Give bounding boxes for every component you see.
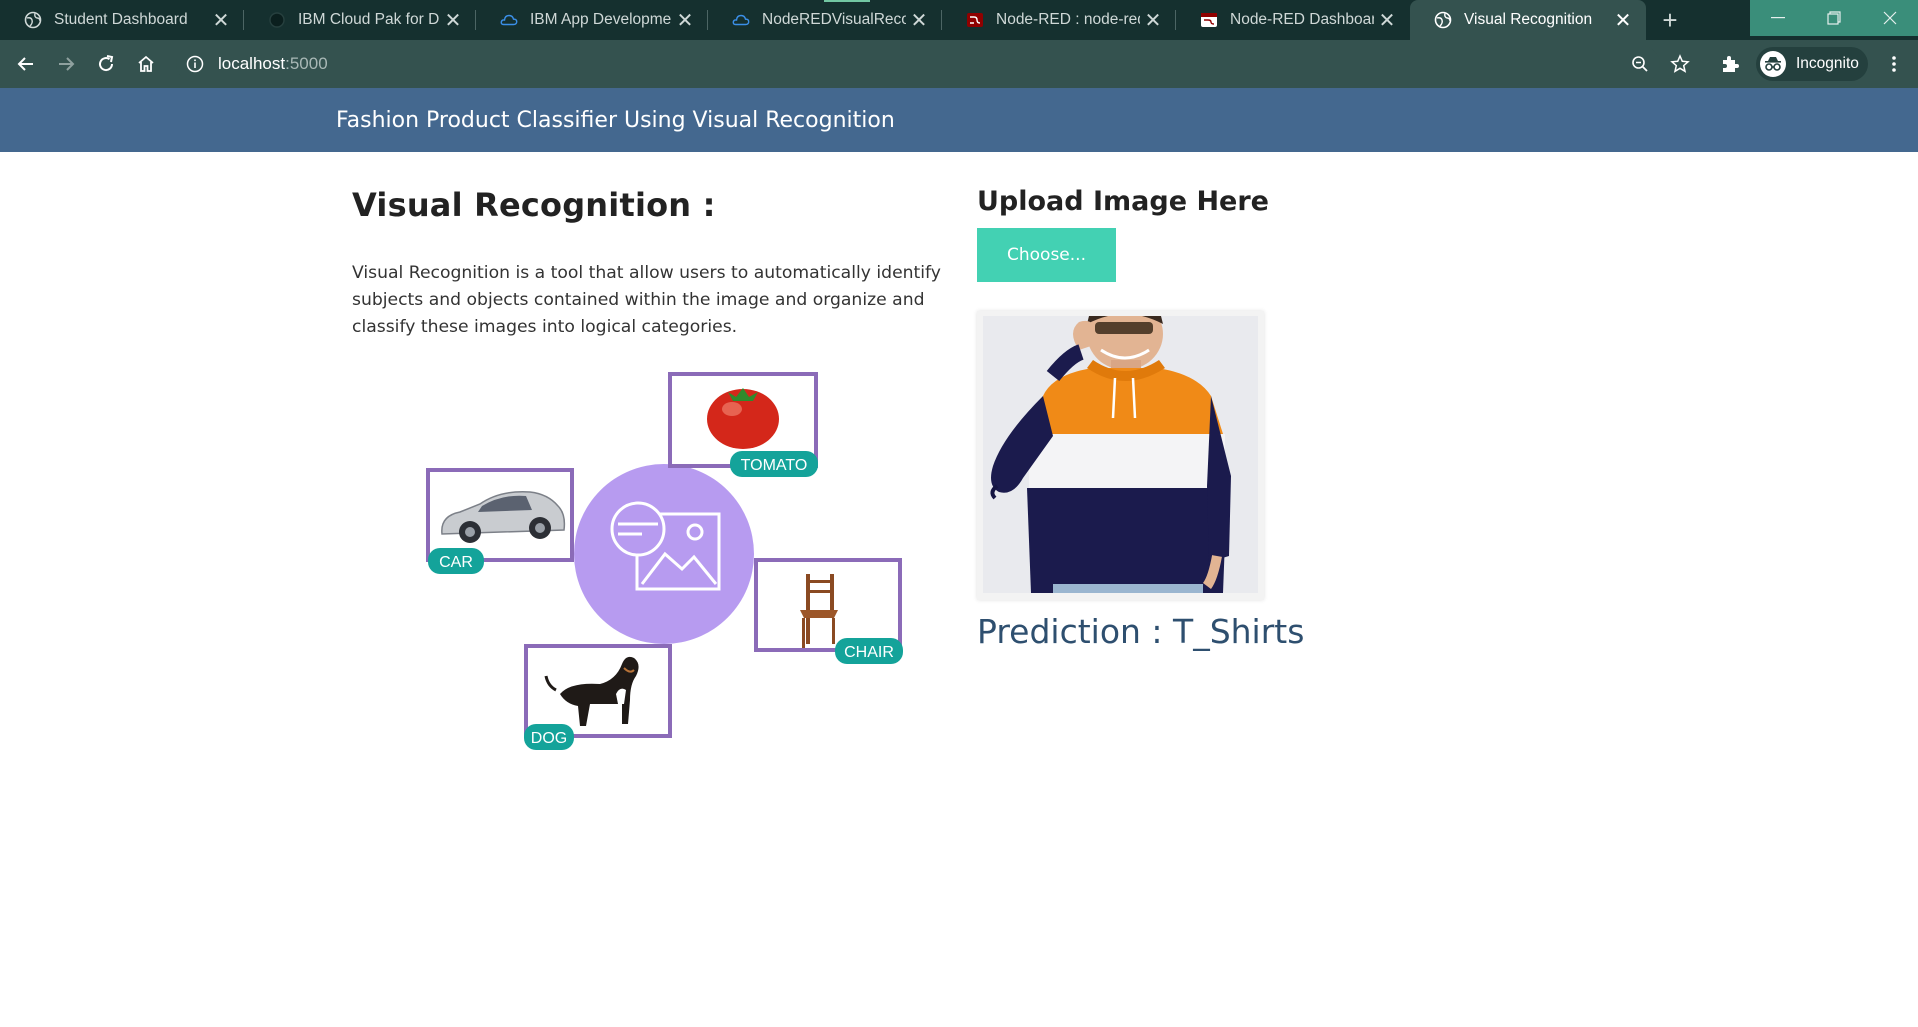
tab-title: NodeREDVisualRecogn <box>762 11 906 28</box>
image-recognition-circle-icon <box>574 464 754 644</box>
chair-example: CHAIR <box>754 558 903 664</box>
prediction-result: Prediction : T_Shirts <box>977 612 1305 651</box>
close-tab-icon[interactable]: ✕ <box>1610 8 1636 33</box>
close-tab-icon[interactable]: ✕ <box>672 8 698 33</box>
browser-toolbar: localhost:5000 Incognito <box>0 40 1918 88</box>
info-icon[interactable] <box>186 55 204 73</box>
tab-node-red-editor[interactable]: Node-RED : node-red- ✕ <box>942 0 1176 40</box>
tab-ibm-app-development[interactable]: IBM App Development ✕ <box>476 0 708 40</box>
site-navbar: Fashion Product Classifier Using Visual … <box>0 88 1918 152</box>
ibm-cloud-icon <box>500 11 518 29</box>
close-tab-icon[interactable]: ✕ <box>440 8 466 33</box>
browser-tab-strip: Student Dashboard ✕ IBM Cloud Pak for Da… <box>0 0 1918 40</box>
car-label: CAR <box>439 554 473 571</box>
visual-recognition-illustration: TOMATO CAR CHAIR DOG <box>426 372 903 750</box>
car-example: CAR <box>426 468 574 574</box>
address-bar[interactable]: localhost:5000 <box>176 46 1660 82</box>
url-port: :5000 <box>285 54 328 73</box>
close-tab-icon[interactable]: ✕ <box>208 8 234 33</box>
close-tab-icon[interactable]: ✕ <box>906 8 932 33</box>
node-red-icon <box>966 11 984 29</box>
menu-kebab-icon[interactable] <box>1876 46 1912 82</box>
close-window-button[interactable] <box>1862 0 1918 36</box>
globe-icon <box>24 11 42 29</box>
profile-label: Incognito <box>1796 55 1859 72</box>
upload-heading: Upload Image Here <box>977 186 1269 217</box>
close-tab-icon[interactable]: ✕ <box>1374 8 1400 33</box>
close-tab-icon[interactable]: ✕ <box>1140 8 1166 33</box>
tab-title: IBM Cloud Pak for Data <box>298 11 440 28</box>
uploaded-image <box>983 316 1258 593</box>
tab-student-dashboard[interactable]: Student Dashboard ✕ <box>0 0 244 40</box>
node-red-icon <box>1200 11 1218 29</box>
ibm-cloud-icon <box>732 11 750 29</box>
minimize-button[interactable] <box>1750 0 1806 36</box>
forward-button[interactable] <box>48 46 84 82</box>
globe-icon <box>1434 11 1452 29</box>
tab-ibm-cloud-pak[interactable]: IBM Cloud Pak for Data ✕ <box>244 0 476 40</box>
uploaded-image-preview <box>977 311 1264 600</box>
ibm-cloud-pak-icon <box>268 11 286 29</box>
back-button[interactable] <box>8 46 44 82</box>
intro-description: Visual Recognition is a tool that allow … <box>352 263 941 337</box>
url-host: localhost <box>218 54 286 73</box>
restore-button[interactable] <box>1806 0 1862 36</box>
navbar-brand[interactable]: Fashion Product Classifier Using Visual … <box>336 88 895 154</box>
tab-title: IBM App Development <box>530 11 672 28</box>
incognito-profile-button[interactable]: Incognito <box>1756 47 1868 81</box>
tomato-label: TOMATO <box>741 457 808 474</box>
tab-visual-recognition[interactable]: Visual Recognition ✕ <box>1410 0 1646 40</box>
dog-example: DOG <box>524 644 672 750</box>
new-tab-button[interactable]: + <box>1650 0 1690 40</box>
home-button[interactable] <box>128 46 164 82</box>
reload-button[interactable] <box>88 46 124 82</box>
extensions-puzzle-icon[interactable] <box>1712 46 1748 82</box>
zoom-icon[interactable] <box>1622 46 1658 82</box>
tab-title: Student Dashboard <box>54 11 188 28</box>
choose-file-button[interactable]: Choose... <box>977 228 1116 282</box>
tab-node-red-dashboard[interactable]: Node-RED Dashboard ✕ <box>1176 0 1410 40</box>
intro-heading: Visual Recognition : <box>352 186 716 224</box>
tab-title: Node-RED : node-red- <box>996 11 1140 28</box>
url-text: localhost:5000 <box>218 54 328 74</box>
tshirt-photo <box>983 316 1258 593</box>
tomato-example: TOMATO <box>668 372 818 477</box>
dog-label: DOG <box>531 730 567 747</box>
tab-title: Node-RED Dashboard <box>1230 11 1374 28</box>
tab-nodered-visual-recognition[interactable]: NodeREDVisualRecogn ✕ <box>708 0 942 40</box>
chair-label: CHAIR <box>844 644 894 661</box>
bookmark-star-icon[interactable] <box>1662 46 1698 82</box>
tab-title: Visual Recognition <box>1464 11 1593 28</box>
incognito-icon <box>1760 51 1786 77</box>
